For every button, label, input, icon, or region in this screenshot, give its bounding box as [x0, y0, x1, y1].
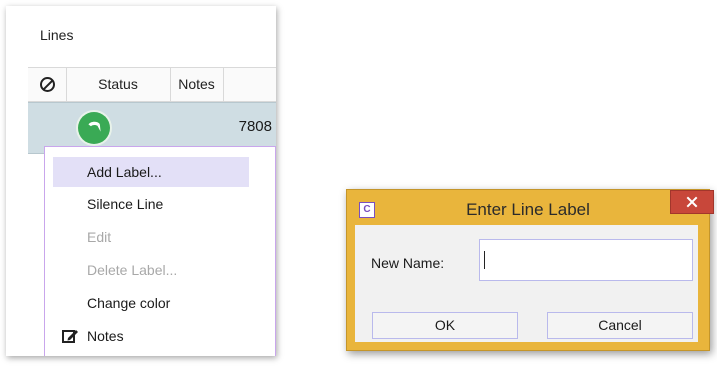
menu-item-label: Edit	[87, 229, 112, 245]
block-column-header[interactable]	[28, 68, 67, 101]
text-caret	[484, 251, 485, 269]
menu-item-label: Silence Line	[87, 196, 164, 212]
lines-grid-header: Status Notes	[28, 67, 276, 102]
lines-panel-title: Lines	[40, 27, 74, 43]
dialog-titlebar[interactable]: C Enter Line Label	[347, 190, 714, 225]
notes-column-header[interactable]: Notes	[170, 68, 224, 101]
phone-icon	[88, 121, 101, 132]
status-indicator	[78, 112, 110, 144]
menu-item-label: Add Label...	[87, 164, 162, 180]
ok-button[interactable]: OK	[372, 312, 518, 339]
lines-panel: Lines Status Notes 7808 Add Label... Sil…	[6, 6, 276, 356]
new-name-label: New Name:	[371, 255, 445, 271]
dialog-body: New Name: OK Cancel	[355, 225, 698, 342]
menu-item-add-label[interactable]: Add Label...	[53, 157, 249, 187]
menu-item-edit: Edit	[53, 222, 249, 252]
close-icon	[686, 196, 698, 208]
menu-item-label: Change color	[87, 295, 171, 311]
edit-icon	[62, 330, 78, 343]
block-icon	[39, 76, 55, 92]
dialog-title: Enter Line Label	[466, 200, 590, 219]
enter-line-label-dialog: C Enter Line Label New Name: OK Cancel	[346, 189, 714, 351]
menu-item-notes[interactable]: Notes	[53, 321, 249, 351]
line-number: 7808	[238, 118, 272, 135]
menu-item-delete-label: Delete Label...	[53, 255, 249, 285]
menu-item-label: Notes	[87, 328, 124, 344]
close-button[interactable]	[670, 190, 714, 214]
new-name-input[interactable]	[479, 239, 693, 281]
context-menu: Add Label... Silence Line Edit Delete La…	[44, 146, 276, 356]
menu-item-silence-line[interactable]: Silence Line	[53, 189, 249, 219]
menu-item-label: Delete Label...	[87, 262, 178, 278]
cancel-button[interactable]: Cancel	[547, 312, 693, 339]
menu-item-change-color[interactable]: Change color	[53, 288, 249, 318]
status-column-header[interactable]: Status	[66, 68, 171, 101]
